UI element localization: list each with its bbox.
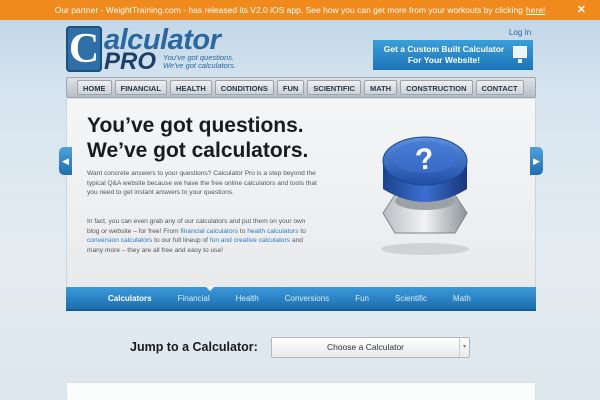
question-button-illustration: ? — [381, 136, 469, 255]
close-icon[interactable]: ✕ — [577, 3, 586, 16]
nav-construction[interactable]: CONSTRUCTION — [400, 80, 473, 95]
nav-math[interactable]: MATH — [363, 80, 398, 95]
slider-prev-button[interactable]: ◀ — [59, 147, 72, 175]
hero-body-text: to — [300, 227, 306, 235]
nav-fun[interactable]: FUN — [276, 80, 305, 95]
link-fun-calculators[interactable]: fun and creative calculators — [210, 237, 290, 244]
active-tab-pointer — [205, 286, 215, 291]
logo-tagline: You've got questions. We've got calculat… — [163, 54, 236, 70]
hero-intro: Want concrete answers to your questions?… — [87, 170, 317, 196]
category-tabs: Calculators Financial Health Conversions… — [66, 286, 536, 311]
login-link[interactable]: Log In — [509, 28, 531, 37]
nav-conditions[interactable]: CONDITIONS — [214, 80, 274, 95]
logo-c-mark: C — [66, 26, 102, 72]
nav-home[interactable]: HOME — [77, 80, 112, 95]
monitor-icon — [513, 46, 527, 63]
hero-slide: You’ve got questions. We’ve got calculat… — [66, 99, 536, 287]
link-health-calculators[interactable]: health calculators — [247, 228, 298, 235]
ad-line-2: For Your Website! — [407, 55, 481, 65]
select-value: Choose a Calculator — [326, 342, 404, 352]
link-conversion-calculators[interactable]: conversion calculators — [87, 237, 152, 244]
hero-body-text: to — [239, 227, 246, 235]
chevron-down-icon: ▾ — [459, 338, 469, 357]
hero-body: In fact, you can even grab any of our ca… — [87, 217, 317, 255]
hero-body-text: to our full lineup of — [154, 237, 208, 244]
ad-line-1: Get a Custom Built Calculator — [383, 44, 505, 54]
custom-calculator-ad[interactable]: Get a Custom Built Calculator For Your W… — [373, 40, 533, 70]
promo-link[interactable]: here! — [526, 5, 545, 15]
tab-financial[interactable]: Financial — [178, 294, 210, 303]
jump-label: Jump to a Calculator: — [130, 340, 258, 354]
content-panel — [66, 382, 536, 400]
nav-contact[interactable]: CONTACT — [475, 80, 524, 95]
hero-title-line-2: We’ve got calculators. — [87, 139, 309, 162]
tab-scientific[interactable]: Scientific — [395, 294, 427, 303]
site-logo[interactable]: C alculator PRO You've got questions. We… — [66, 24, 266, 75]
promo-banner: Our partner - WeightTraining.com - has r… — [0, 0, 600, 20]
link-financial-calculators[interactable]: financial calculators — [180, 228, 238, 235]
slider-next-button[interactable]: ▶ — [530, 147, 543, 175]
tab-health[interactable]: Health — [236, 294, 259, 303]
main-nav: HOME FINANCIAL HEALTH CONDITIONS FUN SCI… — [66, 77, 536, 98]
nav-scientific[interactable]: SCIENTIFIC — [307, 80, 361, 95]
tab-fun[interactable]: Fun — [355, 294, 369, 303]
tab-math[interactable]: Math — [453, 294, 471, 303]
promo-text: Our partner - WeightTraining.com - has r… — [54, 5, 523, 15]
tab-calculators[interactable]: Calculators — [108, 294, 152, 303]
tab-conversions[interactable]: Conversions — [285, 294, 329, 303]
nav-health[interactable]: HEALTH — [169, 80, 212, 95]
hero-title-line-1: You’ve got questions. — [87, 114, 304, 137]
nav-financial[interactable]: FINANCIAL — [114, 80, 167, 95]
logo-pro: PRO — [104, 48, 157, 75]
calculator-select[interactable]: Choose a Calculator ▾ — [271, 337, 470, 358]
hero-title: You’ve got questions. We’ve got calculat… — [87, 113, 308, 163]
logo-tagline-2: We've got calculators. — [163, 61, 236, 70]
